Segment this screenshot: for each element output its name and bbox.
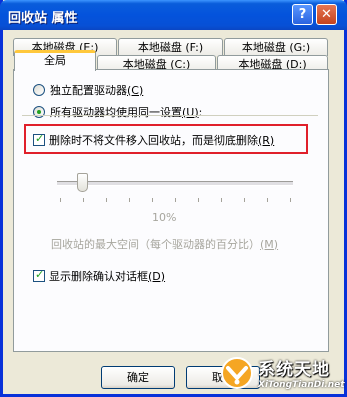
slider-tick bbox=[129, 198, 130, 202]
slider-tick bbox=[198, 198, 199, 202]
group-divider bbox=[22, 115, 318, 116]
slider-caption-text: 回收站的最大空间（每个驱动器的百分比） bbox=[51, 238, 260, 251]
highlight-box bbox=[24, 124, 308, 154]
slider-tick bbox=[106, 198, 107, 202]
watermark-subtitle: XiTongTianDi.net bbox=[258, 380, 345, 390]
slider-tick bbox=[290, 198, 291, 202]
slider-tick bbox=[221, 198, 222, 202]
radio-independent-label: 独立配置驱动器 bbox=[50, 84, 127, 97]
radio-same-settings-key: (U) bbox=[182, 105, 199, 119]
watermark-title: 系统天地 bbox=[258, 360, 330, 380]
radio-same-settings[interactable]: 所有驱动器均使用同一设置 (U) : bbox=[33, 104, 202, 120]
slider-thumb[interactable] bbox=[77, 173, 88, 192]
radio-independent-indicator[interactable] bbox=[33, 84, 45, 96]
slider-tick bbox=[83, 198, 84, 202]
radio-same-settings-indicator[interactable] bbox=[33, 106, 45, 118]
slider-tick bbox=[175, 198, 176, 202]
checkbox-confirm-delete-key: (D) bbox=[148, 269, 166, 283]
slider-track[interactable] bbox=[57, 181, 293, 186]
checkbox-confirm-delete-box[interactable] bbox=[33, 268, 45, 282]
slider-caption-key: (M) bbox=[260, 237, 279, 251]
slider-tick bbox=[244, 198, 245, 202]
slider-tick bbox=[267, 198, 268, 202]
checkbox-confirm-delete[interactable]: 显示删除确认对话框 (D) bbox=[33, 268, 165, 284]
slider-caption: 回收站的最大空间（每个驱动器的百分比） (M) bbox=[51, 236, 278, 252]
slider-tick bbox=[152, 198, 153, 202]
radio-independent-key: (C) bbox=[127, 83, 144, 97]
ok-button[interactable]: 确定 bbox=[101, 366, 175, 389]
radio-independent[interactable]: 独立配置驱动器 (C) bbox=[33, 82, 143, 98]
slider-tick bbox=[60, 198, 61, 202]
slider-value: 10% bbox=[152, 211, 177, 224]
watermark-logo-icon bbox=[220, 356, 254, 390]
radio-same-settings-label: 所有驱动器均使用同一设置 bbox=[50, 106, 182, 119]
radio-same-settings-suffix: : bbox=[198, 105, 203, 119]
checkbox-confirm-delete-label: 显示删除确认对话框 bbox=[49, 270, 148, 283]
watermark: 系统天地 XiTongTianDi.net bbox=[220, 348, 347, 397]
